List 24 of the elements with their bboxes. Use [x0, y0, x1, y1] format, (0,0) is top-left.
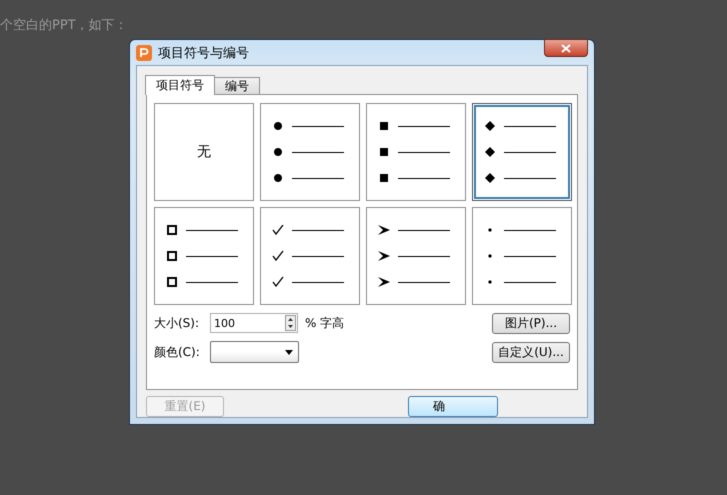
app-logo-icon [136, 44, 152, 60]
bullet-style-option[interactable] [472, 103, 572, 201]
bullet-style-option[interactable]: 无 [154, 103, 254, 201]
color-label: 颜色(C): [154, 344, 201, 360]
bullet-style-option[interactable] [366, 207, 466, 305]
ok-button[interactable]: 确 [408, 396, 498, 417]
bullet-style-option[interactable] [260, 207, 360, 305]
tab[interactable]: 项目符号 [145, 75, 215, 95]
bullet-style-option[interactable] [154, 207, 254, 305]
unit-label: % 字高 [305, 314, 344, 332]
bullet-style-option[interactable] [260, 103, 360, 201]
dropdown-caret-icon [285, 350, 293, 354]
dialog-button[interactable]: 图片(P)... [492, 313, 570, 334]
dialog-button[interactable]: 自定义(U)... [492, 342, 570, 363]
bullet-style-option[interactable] [366, 103, 466, 201]
window-title: 项目符号与编号 [158, 44, 249, 62]
size-spinbox[interactable]: 100 [210, 313, 298, 333]
size-label: 大小(S): [154, 314, 200, 332]
document-text: 个空白的PPT，如下： [0, 17, 128, 34]
tab[interactable]: 编号 [214, 77, 260, 94]
color-dropdown[interactable] [210, 341, 299, 363]
close-icon [561, 44, 571, 52]
close-button[interactable] [544, 39, 588, 57]
spin-arrows-icon [285, 315, 296, 331]
